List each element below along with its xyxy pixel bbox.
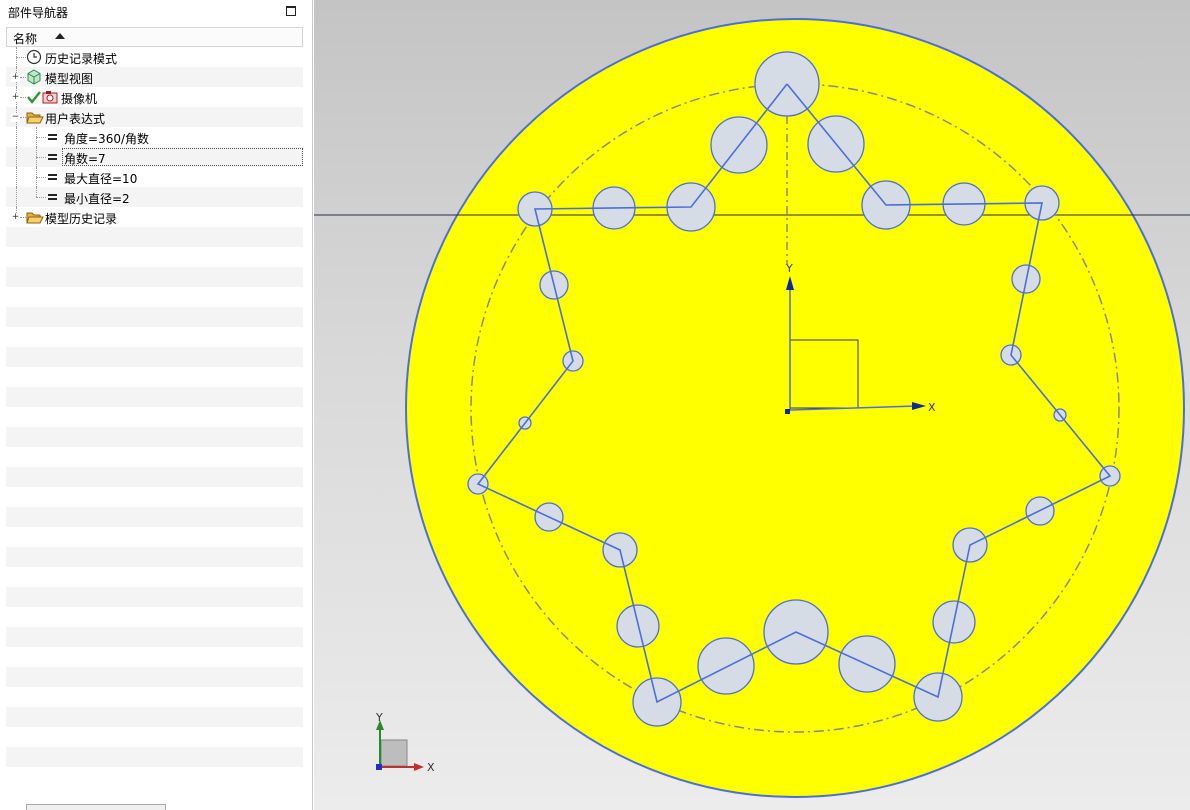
empty-row: [6, 667, 303, 687]
model-canvas[interactable]: Y X Y X: [314, 0, 1190, 810]
empty-row: [6, 307, 303, 327]
empty-row: [6, 707, 303, 727]
expression-icon: [48, 194, 57, 200]
expand-icon[interactable]: +: [11, 73, 20, 82]
triad-origin: [376, 764, 382, 770]
hole: [697, 637, 755, 695]
expand-icon[interactable]: +: [11, 213, 20, 222]
tree-item-history-mode[interactable]: 历史记录模式: [6, 47, 303, 67]
tree-item-label: 角度=360/角数: [64, 132, 150, 146]
view-triad[interactable]: Y X: [375, 711, 435, 774]
empty-row: [6, 527, 303, 547]
model-views-icon: [26, 69, 42, 85]
horizontal-scrollbar[interactable]: [26, 804, 166, 810]
empty-row: [6, 227, 303, 247]
tree-item-expression[interactable]: 最小直径=2: [6, 187, 303, 207]
empty-row: [6, 727, 303, 747]
folder-icon: [26, 209, 44, 225]
empty-row: [6, 547, 303, 567]
column-name-label: 名称: [13, 32, 38, 46]
csys-x-label: X: [928, 401, 936, 414]
tree-item-label: 用户表达式: [45, 112, 106, 126]
triad-x-label: X: [427, 761, 435, 774]
empty-row: [6, 607, 303, 627]
triad-cube: [380, 739, 408, 767]
maximize-icon[interactable]: [286, 6, 296, 16]
column-header[interactable]: 名称: [6, 27, 303, 47]
tree-item-label: 角数=7: [64, 152, 106, 166]
empty-row: [6, 447, 303, 467]
empty-row: [6, 247, 303, 267]
clock-icon: [26, 49, 42, 65]
tree-item-expression[interactable]: 角度=360/角数: [6, 127, 303, 147]
part-navigator-panel: 部件导航器 名称 历史记录模式 + 模型视图 + 摄像机 − 用户表达式 角度=…: [0, 0, 313, 810]
empty-row: [6, 587, 303, 607]
panel-title: 部件导航器: [8, 6, 69, 20]
empty-row: [6, 467, 303, 487]
tree-item-model-views[interactable]: + 模型视图: [6, 67, 303, 87]
tree-item-expression[interactable]: 角数=7: [6, 147, 303, 167]
empty-row: [6, 687, 303, 707]
tree-item-expression[interactable]: 最大直径=10: [6, 167, 303, 187]
tree-item-cameras[interactable]: + 摄像机: [6, 87, 303, 107]
csys-y-label: Y: [785, 262, 793, 275]
empty-row: [6, 347, 303, 367]
graphics-viewport[interactable]: Y X Y X: [314, 0, 1190, 810]
checkmark-icon[interactable]: [26, 89, 42, 105]
camera-icon: [42, 89, 58, 105]
collapse-icon[interactable]: −: [11, 113, 20, 122]
tree-item-label: 摄像机: [61, 92, 98, 106]
tree-item-model-history[interactable]: + 模型历史记录: [6, 207, 303, 227]
empty-row: [6, 747, 303, 767]
expression-icon: [48, 154, 57, 160]
empty-row: [6, 327, 303, 347]
expand-icon[interactable]: +: [11, 93, 20, 102]
empty-row: [6, 487, 303, 507]
expression-icon: [48, 134, 57, 140]
empty-row: [6, 567, 303, 587]
navigator-tree: 历史记录模式 + 模型视图 + 摄像机 − 用户表达式 角度=360/角数 角数…: [6, 47, 303, 787]
tree-item-user-expressions[interactable]: − 用户表达式: [6, 107, 303, 127]
tree-item-label: 最大直径=10: [64, 172, 138, 186]
empty-row: [6, 407, 303, 427]
empty-row: [6, 767, 303, 787]
empty-row: [6, 507, 303, 527]
sort-ascending-icon[interactable]: [55, 33, 65, 39]
triad-y-label: Y: [375, 711, 383, 724]
empty-row: [6, 287, 303, 307]
empty-row: [6, 627, 303, 647]
empty-row: [6, 647, 303, 667]
empty-row: [6, 387, 303, 407]
tree-item-label: 模型历史记录: [45, 212, 118, 226]
empty-row: [6, 427, 303, 447]
tree-item-label: 最小直径=2: [64, 192, 130, 206]
empty-row: [6, 367, 303, 387]
empty-row: [6, 267, 303, 287]
csys-origin: [785, 409, 790, 414]
triad-x-arrow: [414, 763, 424, 771]
tree-empty-area: [6, 227, 303, 787]
expression-icon: [48, 174, 57, 180]
tree-item-label: 模型视图: [45, 72, 94, 86]
open-folder-icon: [26, 109, 44, 125]
tree-item-label: 历史记录模式: [45, 52, 118, 66]
